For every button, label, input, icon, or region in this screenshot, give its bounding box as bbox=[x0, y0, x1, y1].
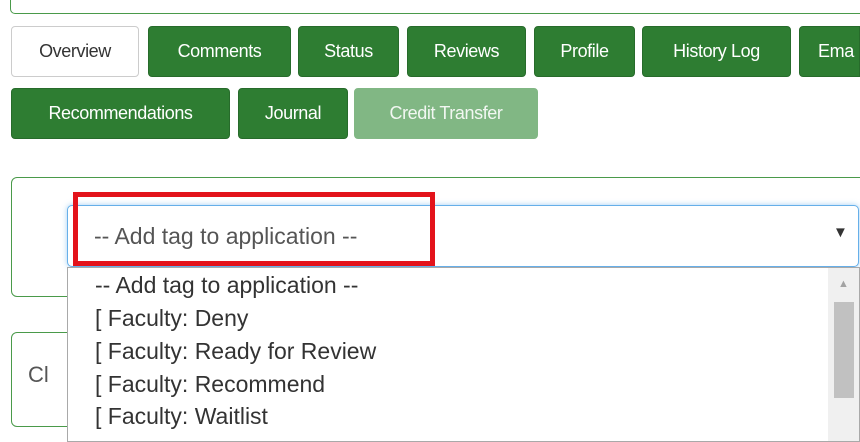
chevron-down-icon[interactable]: ▼ bbox=[833, 224, 848, 241]
tab-overview[interactable]: Overview bbox=[11, 26, 139, 77]
tab-profile[interactable]: Profile bbox=[534, 26, 635, 77]
tab-recommendations[interactable]: Recommendations bbox=[11, 88, 230, 139]
dropdown-option[interactable]: [ Faculty: Deny bbox=[95, 303, 248, 333]
top-panel bbox=[10, 0, 860, 14]
tab-credit-transfer: Credit Transfer bbox=[354, 88, 538, 139]
dropdown-option[interactable]: [ Faculty: Ready for Review bbox=[95, 336, 376, 366]
dropdown-option[interactable]: -- Add tag to application -- bbox=[95, 270, 358, 300]
secondary-panel-text: Cl bbox=[28, 362, 49, 387]
tag-select-value: -- Add tag to application -- bbox=[94, 223, 358, 249]
dropdown-option[interactable]: [ Faculty: Recommend bbox=[95, 369, 325, 399]
tab-email[interactable]: Ema bbox=[799, 26, 860, 77]
scroll-thumb[interactable] bbox=[834, 302, 854, 398]
tab-history-log[interactable]: History Log bbox=[642, 26, 791, 77]
tab-journal[interactable]: Journal bbox=[238, 88, 348, 139]
tab-comments[interactable]: Comments bbox=[148, 26, 291, 77]
tab-status[interactable]: Status bbox=[298, 26, 399, 77]
dropdown-option[interactable]: [ Faculty: Waitlist bbox=[95, 401, 268, 431]
tag-dropdown-list: -- Add tag to application -- [ Faculty: … bbox=[67, 267, 860, 442]
scroll-up-arrow-icon[interactable]: ▲ bbox=[838, 278, 849, 290]
tab-reviews[interactable]: Reviews bbox=[407, 26, 526, 77]
dropdown-scrollbar[interactable]: ▲ bbox=[828, 268, 859, 441]
